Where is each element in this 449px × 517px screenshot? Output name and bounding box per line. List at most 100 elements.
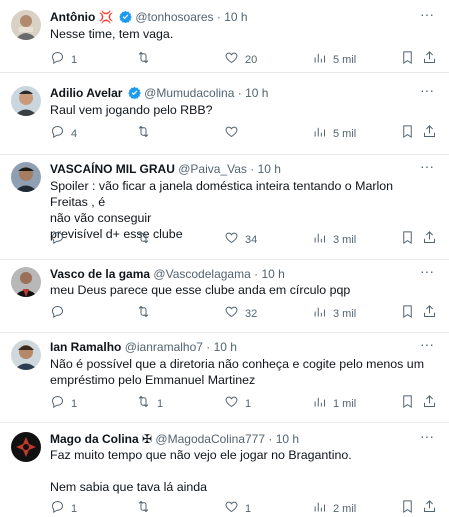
like-button[interactable]: 20 xyxy=(224,52,257,68)
share-button[interactable] xyxy=(422,305,437,322)
reply-count: 1 xyxy=(71,503,78,515)
retweet-icon xyxy=(136,230,151,250)
line-break xyxy=(50,463,427,479)
like-button[interactable]: 1 xyxy=(224,501,251,517)
views-button[interactable]: 5 mil xyxy=(312,126,356,142)
views-button[interactable]: 5 mil xyxy=(312,52,356,68)
tweet[interactable]: VASCAÍNO MIL GRAU @Paiva_Vas · 10 h ··· … xyxy=(0,155,449,260)
views-count: 3 mil xyxy=(333,234,357,246)
like-button[interactable] xyxy=(224,126,245,142)
views-button[interactable]: 3 mil xyxy=(312,232,356,248)
share-button[interactable] xyxy=(422,51,437,68)
avatar[interactable] xyxy=(11,10,41,40)
tweet-line: Spoiler : vão ficar a janela doméstica i… xyxy=(50,179,393,209)
more-horizontal-icon[interactable]: ··· xyxy=(419,159,435,177)
tweet-header: Adilio Avelar @Mumudacolina · 10 h xyxy=(50,85,419,101)
action-bar: 32 3 mil xyxy=(50,304,437,324)
separator-dot: · xyxy=(237,86,242,100)
display-name[interactable]: Adilio Avelar xyxy=(50,86,122,100)
action-bar: 1 20 5 mil xyxy=(50,50,437,70)
display-name[interactable]: Antônio xyxy=(50,10,95,24)
reply-icon xyxy=(50,124,65,144)
bookmark-button[interactable] xyxy=(400,125,415,142)
bookmark-button[interactable] xyxy=(400,51,415,68)
like-button[interactable]: 34 xyxy=(224,232,257,248)
display-name[interactable]: Mago da Colina xyxy=(50,432,139,446)
bookmark-button[interactable] xyxy=(400,305,415,322)
share-button[interactable] xyxy=(422,231,437,248)
share-button[interactable] xyxy=(422,500,437,517)
reply-button[interactable]: 1 xyxy=(50,395,78,412)
timestamp[interactable]: 10 h xyxy=(224,10,247,24)
handle[interactable]: @tonhosoares xyxy=(135,10,213,24)
retweet-button[interactable] xyxy=(136,50,157,70)
bookmark-button[interactable] xyxy=(400,500,415,517)
more-horizontal-icon[interactable]: ··· xyxy=(419,83,435,101)
avatar[interactable] xyxy=(11,162,41,192)
tweet-header: Ian Ramalho @ianramalho7 · 10 h xyxy=(50,339,419,355)
tweet-line: Raul vem jogando pelo RBB? xyxy=(50,103,213,117)
verified-badge-icon xyxy=(128,86,141,101)
tweet[interactable]: Ian Ramalho @ianramalho7 · 10 h ··· Não … xyxy=(0,333,449,423)
reply-button[interactable]: 1 xyxy=(50,499,78,517)
more-horizontal-icon[interactable]: ··· xyxy=(419,7,435,25)
avatar[interactable] xyxy=(11,340,41,370)
handle[interactable]: @MagodaColina777 xyxy=(155,432,265,446)
retweet-count: 1 xyxy=(157,398,164,410)
timestamp[interactable]: 10 h xyxy=(258,162,281,176)
name-emoji: 💢 xyxy=(98,10,114,24)
tweet[interactable]: Adilio Avelar @Mumudacolina · 10 h ··· R… xyxy=(0,73,449,155)
avatar[interactable] xyxy=(11,86,41,116)
tweet[interactable]: Vasco de la gama @Vascodelagama · 10 h ·… xyxy=(0,260,449,333)
separator-dot: · xyxy=(268,432,273,446)
like-button[interactable]: 1 xyxy=(224,396,251,412)
share-button[interactable] xyxy=(422,125,437,142)
reply-button[interactable] xyxy=(50,304,71,324)
display-name[interactable]: VASCAÍNO MIL GRAU xyxy=(50,162,175,176)
handle[interactable]: @Vascodelagama xyxy=(153,267,250,281)
like-button[interactable]: 32 xyxy=(224,306,257,322)
bookmark-button[interactable] xyxy=(400,230,415,250)
display-name[interactable]: Vasco de la gama xyxy=(50,267,150,281)
handle[interactable]: @Mumudacolina xyxy=(144,86,234,100)
more-horizontal-icon[interactable]: ··· xyxy=(419,264,435,282)
tweet[interactable]: Mago da Colina ✠ @MagodaColina777 · 10 h… xyxy=(0,423,449,517)
reply-icon xyxy=(50,499,65,517)
display-name[interactable]: Ian Ramalho xyxy=(50,340,121,354)
heart-icon xyxy=(224,499,239,517)
more-horizontal-icon[interactable]: ··· xyxy=(419,337,435,355)
reply-icon xyxy=(50,304,65,324)
retweet-icon xyxy=(136,50,151,70)
views-button[interactable]: 2 mil xyxy=(312,501,356,517)
avatar[interactable] xyxy=(11,267,41,297)
reply-count: 1 xyxy=(71,398,78,410)
views-count: 2 mil xyxy=(333,503,357,515)
share-button[interactable] xyxy=(422,395,437,412)
views-count: 1 mil xyxy=(333,398,357,410)
retweet-button[interactable]: 1 xyxy=(136,395,164,412)
replies-feed: Antônio 💢 @tonhosoares · 10 h ··· Nesse … xyxy=(0,0,449,517)
timestamp[interactable]: 10 h xyxy=(276,432,299,446)
timestamp[interactable]: 10 h xyxy=(261,267,284,281)
retweet-button[interactable] xyxy=(136,125,157,142)
separator-dot: · xyxy=(250,162,255,176)
handle[interactable]: @ianramalho7 xyxy=(125,340,203,354)
tweet-line: empréstimo pelo Emmanuel Martinez xyxy=(50,373,256,387)
retweet-button[interactable] xyxy=(136,500,157,517)
retweet-button[interactable] xyxy=(136,230,157,250)
more-horizontal-icon[interactable]: ··· xyxy=(419,429,435,447)
views-button[interactable]: 3 mil xyxy=(312,306,356,322)
bookmark-icon xyxy=(400,230,415,250)
timestamp[interactable]: 10 h xyxy=(245,86,268,100)
reply-button[interactable] xyxy=(50,231,71,248)
views-button[interactable]: 1 mil xyxy=(312,396,356,412)
handle[interactable]: @Paiva_Vas xyxy=(178,162,247,176)
bookmark-button[interactable] xyxy=(400,395,415,412)
reply-button[interactable]: 4 xyxy=(50,124,77,144)
reply-button[interactable]: 1 xyxy=(50,50,77,70)
tweet[interactable]: Antônio 💢 @tonhosoares · 10 h ··· Nesse … xyxy=(0,0,449,73)
retweet-button[interactable] xyxy=(136,305,157,322)
avatar[interactable] xyxy=(11,432,41,462)
reply-icon xyxy=(50,50,65,70)
timestamp[interactable]: 10 h xyxy=(214,340,237,354)
